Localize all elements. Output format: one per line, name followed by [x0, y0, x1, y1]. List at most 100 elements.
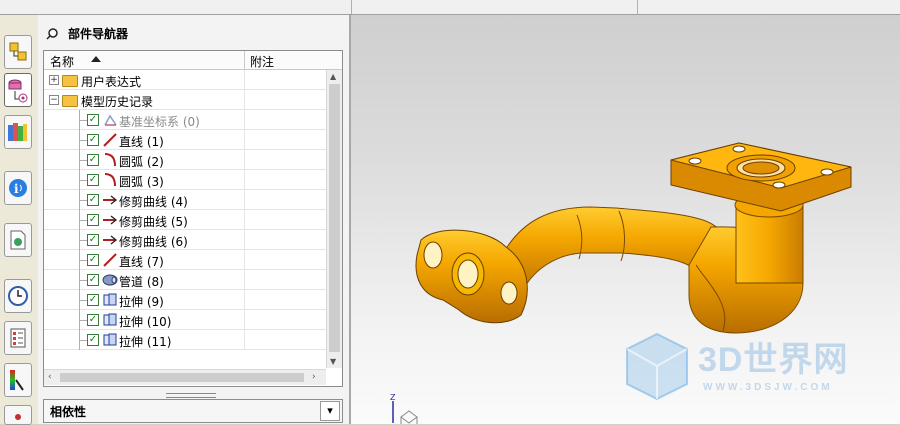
dependencies-title: 相依性: [50, 405, 87, 419]
visibility-checkbox[interactable]: ✓: [87, 154, 99, 166]
reuse-library-tab[interactable]: [4, 115, 32, 149]
tree-row[interactable]: − 模型历史记录: [44, 90, 326, 110]
column-divider: [244, 70, 245, 90]
dependencies-panel[interactable]: 相依性 ▾: [43, 399, 343, 423]
more-tab[interactable]: [4, 405, 32, 425]
tree-row[interactable]: ✓ 基准坐标系 (0): [44, 110, 326, 130]
pin-icon[interactable]: [46, 26, 60, 40]
svg-text:i: i: [14, 182, 19, 196]
tree-row[interactable]: ✓ 圆弧 (3): [44, 170, 326, 190]
visibility-checkbox[interactable]: ✓: [87, 234, 99, 246]
toolbar-separator: [637, 0, 638, 14]
more-icon: [15, 414, 21, 420]
trim-curve-icon: [102, 232, 118, 247]
panel-splitter[interactable]: [38, 391, 349, 399]
visibility-checkbox[interactable]: ✓: [87, 294, 99, 306]
extrude-icon: [102, 292, 118, 307]
list-document-icon: [10, 328, 26, 348]
scroll-down-icon[interactable]: ▼: [330, 357, 336, 366]
palette-tab[interactable]: [4, 363, 32, 397]
tree-row[interactable]: ✓ 拉伸 (9): [44, 290, 326, 310]
scroll-up-icon[interactable]: ▲: [330, 72, 336, 81]
visibility-checkbox[interactable]: ✓: [87, 114, 99, 126]
column-divider[interactable]: [244, 51, 245, 69]
tree-row[interactable]: ✓ 修剪曲线 (4): [44, 190, 326, 210]
tree-connector: [79, 200, 87, 201]
column-divider: [244, 130, 245, 150]
tree-row-label: 圆弧 (2): [119, 155, 164, 169]
tree-connector: [79, 260, 87, 261]
roles-tab[interactable]: [4, 321, 32, 355]
info-signal-icon: i: [9, 179, 27, 197]
tree-row[interactable]: ✓ 修剪曲线 (6): [44, 230, 326, 250]
visibility-checkbox[interactable]: ✓: [87, 254, 99, 266]
history-tab[interactable]: [4, 223, 32, 257]
system-clock-tab[interactable]: [4, 279, 32, 313]
line-icon: [102, 132, 118, 147]
watermark-text: 3D世界网: [698, 341, 849, 379]
tree-row[interactable]: ✓ 修剪曲线 (5): [44, 210, 326, 230]
trim-curve-icon: [102, 192, 118, 207]
visibility-checkbox[interactable]: ✓: [87, 334, 99, 346]
folder-icon: [62, 75, 78, 87]
trim-curve-icon: [102, 212, 118, 227]
visibility-checkbox[interactable]: ✓: [87, 194, 99, 206]
top-toolbar: [0, 0, 900, 15]
column-divider: [244, 150, 245, 170]
z-axis-label: Z: [390, 393, 396, 402]
tree-row[interactable]: ✓ 直线 (7): [44, 250, 326, 270]
tree-connector: [79, 160, 87, 161]
tree-row-label: 修剪曲线 (4): [119, 195, 188, 209]
tree-row-label: 基准坐标系 (0): [119, 115, 200, 129]
splitter-grip[interactable]: [166, 393, 216, 398]
vertical-scrollbar[interactable]: ▲ ▼: [326, 70, 342, 368]
tree-row[interactable]: + 用户表达式: [44, 70, 326, 90]
visibility-checkbox[interactable]: ✓: [87, 274, 99, 286]
line-icon: [102, 252, 118, 267]
vertical-scroll-thumb[interactable]: [329, 84, 340, 352]
tree-row[interactable]: ✓ 直线 (1): [44, 130, 326, 150]
tree-connector: [79, 320, 87, 321]
tree-header: 名称 附注: [44, 51, 342, 70]
scroll-left-icon[interactable]: ‹: [48, 372, 52, 382]
tree-row[interactable]: ✓ 拉伸 (11): [44, 330, 326, 350]
toolbar-separator: [351, 0, 352, 14]
watermark-url: WWW.3DSJW.COM: [703, 382, 833, 393]
tree-connector: [79, 120, 87, 121]
visibility-checkbox[interactable]: ✓: [87, 134, 99, 146]
column-divider: [244, 330, 245, 350]
assembly-navigator-icon: [9, 42, 27, 61]
scroll-right-icon[interactable]: ›: [312, 372, 316, 382]
tree-connector: [79, 220, 87, 221]
expand-toggle-icon[interactable]: −: [49, 95, 59, 105]
sort-ascending-icon[interactable]: [91, 56, 101, 62]
column-header-note[interactable]: 附注: [250, 53, 274, 70]
tree-row[interactable]: ✓ 拉伸 (10): [44, 310, 326, 330]
view-triad: Z: [387, 393, 427, 424]
tree-row-label: 管道 (8): [119, 275, 164, 289]
part-navigator-panel: 部件导航器 名称 附注 + 用户表达式 − 模型历史记录 ✓ 基准坐标系 (0) ✓ 直线 (…: [38, 15, 351, 424]
tree-row[interactable]: ✓ 圆弧 (2): [44, 150, 326, 170]
column-divider: [244, 210, 245, 230]
visibility-checkbox[interactable]: ✓: [87, 174, 99, 186]
graphics-window[interactable]: 3D世界网 WWW.3DSJW.COM Z: [351, 15, 900, 424]
arc-icon: [102, 152, 118, 167]
resource-bar: i: [0, 15, 39, 425]
tree-row-label: 用户表达式: [81, 75, 142, 89]
horizontal-scrollbar[interactable]: ‹ ›: [44, 369, 326, 385]
column-header-name[interactable]: 名称: [50, 53, 74, 70]
visibility-checkbox[interactable]: ✓: [87, 314, 99, 326]
document-globe-icon: [10, 230, 26, 250]
tree-row-label: 拉伸 (11): [119, 335, 172, 349]
chevron-down-icon[interactable]: ▾: [320, 401, 340, 421]
part-navigator-tab[interactable]: [4, 73, 32, 107]
expand-toggle-icon[interactable]: +: [49, 75, 59, 85]
column-divider: [244, 290, 245, 310]
web-browser-tab[interactable]: i: [4, 171, 32, 205]
tree-row[interactable]: ✓ 管道 (8): [44, 270, 326, 290]
tree-row-label: 拉伸 (10): [119, 315, 172, 329]
column-divider: [244, 230, 245, 250]
horizontal-scroll-thumb[interactable]: [60, 373, 304, 382]
assembly-navigator-tab[interactable]: [4, 35, 32, 69]
visibility-checkbox[interactable]: ✓: [87, 214, 99, 226]
